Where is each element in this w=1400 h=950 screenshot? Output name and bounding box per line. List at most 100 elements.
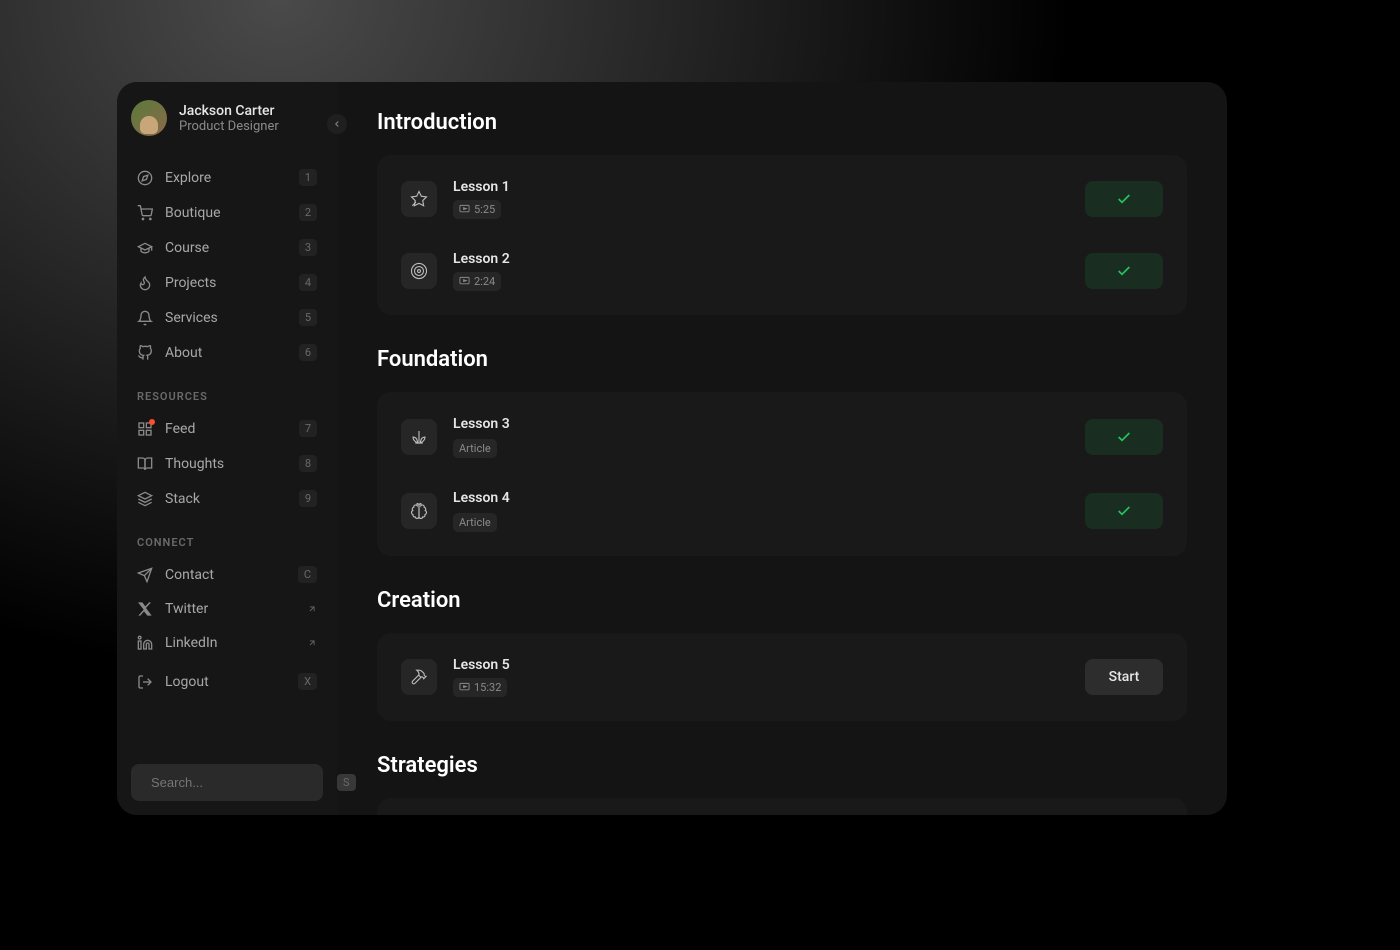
nav-label: Projects bbox=[165, 275, 287, 291]
compass-icon bbox=[137, 170, 153, 186]
lesson-complete-badge[interactable] bbox=[1085, 181, 1163, 217]
section-title: Strategies bbox=[377, 753, 1187, 778]
lesson-title: Lesson 5 bbox=[453, 657, 1069, 673]
sprout-icon bbox=[401, 419, 437, 455]
star-icon bbox=[401, 181, 437, 217]
connect-header: CONNECT bbox=[137, 536, 317, 549]
resources-nav: Feed 7 Thoughts8 Stack 9 bbox=[131, 411, 323, 516]
graduation-icon bbox=[137, 240, 153, 256]
lesson-title: Lesson 3 bbox=[453, 416, 1069, 432]
nav-label: About bbox=[165, 345, 287, 361]
nav-key: 4 bbox=[299, 274, 317, 291]
nav-key: 3 bbox=[299, 239, 317, 256]
bell-icon bbox=[137, 310, 153, 326]
sidebar-item-feed[interactable]: Feed 7 bbox=[131, 411, 323, 446]
nav-label: Stack bbox=[165, 491, 287, 507]
sidebar-item-twitter[interactable]: Twitter bbox=[131, 592, 323, 626]
profile[interactable]: Jackson Carter Product Designer bbox=[131, 100, 323, 136]
lesson-complete-badge[interactable] bbox=[1085, 493, 1163, 529]
lesson-meta: 5:25 bbox=[453, 200, 501, 219]
send-icon bbox=[137, 567, 153, 583]
nav-label: Explore bbox=[165, 170, 287, 186]
nav-key: 6 bbox=[299, 344, 317, 361]
external-link-icon bbox=[307, 604, 317, 614]
linkedin-icon bbox=[137, 635, 153, 651]
logout-key: X bbox=[298, 673, 317, 690]
twitter-icon bbox=[137, 601, 153, 617]
collapse-sidebar-button[interactable] bbox=[327, 114, 347, 134]
nav-key: 1 bbox=[299, 169, 317, 186]
lesson-row[interactable]: Lesson 6Start bbox=[387, 808, 1177, 815]
lesson-meta: 2:24 bbox=[453, 272, 501, 291]
layers-icon bbox=[137, 491, 153, 507]
nav-label: Course bbox=[165, 240, 287, 256]
logout-nav: Logout X bbox=[131, 664, 323, 699]
grid-icon bbox=[137, 421, 153, 437]
target-icon bbox=[401, 253, 437, 289]
nav-label: Boutique bbox=[165, 205, 287, 221]
primary-nav: Explore 1 Boutique 2 Course 3 Projects 4 Service… bbox=[131, 160, 323, 370]
lesson-row[interactable]: Lesson 5 15:32 Start bbox=[387, 643, 1177, 711]
lessons-card: Lesson 5 15:32 Start bbox=[377, 633, 1187, 721]
sidebar-item-contact[interactable]: Contact C bbox=[131, 557, 323, 592]
sidebar-item-boutique[interactable]: Boutique 2 bbox=[131, 195, 323, 230]
book-icon bbox=[137, 456, 153, 472]
flame-icon bbox=[137, 275, 153, 291]
lesson-title: Lesson 1 bbox=[453, 179, 1069, 195]
nav-key: 7 bbox=[299, 420, 317, 437]
nav-label: LinkedIn bbox=[165, 635, 295, 651]
sidebar-item-linkedin[interactable]: LinkedIn bbox=[131, 626, 323, 660]
nav-label: Feed bbox=[165, 421, 287, 437]
lesson-meta: 15:32 bbox=[453, 678, 507, 697]
section-title: Foundation bbox=[377, 347, 1187, 372]
nav-label: Contact bbox=[165, 567, 286, 583]
section-title: Creation bbox=[377, 588, 1187, 613]
hammer-icon bbox=[401, 659, 437, 695]
brain-icon bbox=[401, 493, 437, 529]
external-link-icon bbox=[307, 638, 317, 648]
connect-nav: Contact C Twitter LinkedIn bbox=[131, 557, 323, 660]
lessons-card: Lesson 1 5:25 Lesson 2 2:24 bbox=[377, 155, 1187, 315]
sidebar-item-about[interactable]: About 6 bbox=[131, 335, 323, 370]
app-window: Jackson Carter Product Designer Explore 1… bbox=[117, 82, 1227, 815]
lesson-start-button[interactable]: Start bbox=[1085, 659, 1163, 695]
lesson-complete-badge[interactable] bbox=[1085, 419, 1163, 455]
section-title: Introduction bbox=[377, 110, 1187, 135]
github-icon bbox=[137, 345, 153, 361]
resources-header: RESOURCES bbox=[137, 390, 317, 403]
content: Introduction Lesson 1 5:25 Lesson 2 2:24 Foun… bbox=[337, 82, 1227, 815]
sidebar-item-projects[interactable]: Projects 4 bbox=[131, 265, 323, 300]
sidebar-item-services[interactable]: Services 5 bbox=[131, 300, 323, 335]
course-section: Foundation Lesson 3 Article Lesson 4 Article bbox=[377, 347, 1187, 556]
course-section: Creation Lesson 5 15:32 Start bbox=[377, 588, 1187, 721]
lesson-title: Lesson 4 bbox=[453, 490, 1069, 506]
search-input[interactable] bbox=[151, 775, 327, 790]
sidebar-item-stack[interactable]: Stack 9 bbox=[131, 481, 323, 516]
nav-key: 5 bbox=[299, 309, 317, 326]
lesson-row[interactable]: Lesson 2 2:24 bbox=[387, 237, 1177, 305]
nav-label: Services bbox=[165, 310, 287, 326]
lessons-card: Lesson 6Start bbox=[377, 798, 1187, 815]
lesson-row[interactable]: Lesson 4 Article bbox=[387, 476, 1177, 546]
nav-key: C bbox=[298, 566, 317, 583]
nav-key: 9 bbox=[299, 490, 317, 507]
lessons-card: Lesson 3 Article Lesson 4 Article bbox=[377, 392, 1187, 556]
avatar bbox=[131, 100, 167, 136]
lesson-complete-badge[interactable] bbox=[1085, 253, 1163, 289]
sidebar-item-logout[interactable]: Logout X bbox=[131, 664, 323, 699]
search-key: S bbox=[337, 774, 356, 791]
lesson-row[interactable]: Lesson 3 Article bbox=[387, 402, 1177, 472]
chevron-left-icon bbox=[332, 119, 342, 129]
lesson-row[interactable]: Lesson 1 5:25 bbox=[387, 165, 1177, 233]
sidebar-item-explore[interactable]: Explore 1 bbox=[131, 160, 323, 195]
nav-label: Thoughts bbox=[165, 456, 287, 472]
sidebar-item-course[interactable]: Course 3 bbox=[131, 230, 323, 265]
sidebar-item-thoughts[interactable]: Thoughts8 bbox=[131, 446, 323, 481]
lesson-title: Lesson 2 bbox=[453, 251, 1069, 267]
nav-key: 2 bbox=[299, 204, 317, 221]
lesson-meta: Article bbox=[453, 513, 497, 532]
profile-role: Product Designer bbox=[179, 119, 279, 134]
search-box[interactable]: S bbox=[131, 764, 323, 801]
cart-icon bbox=[137, 205, 153, 221]
lesson-meta: Article bbox=[453, 439, 497, 458]
